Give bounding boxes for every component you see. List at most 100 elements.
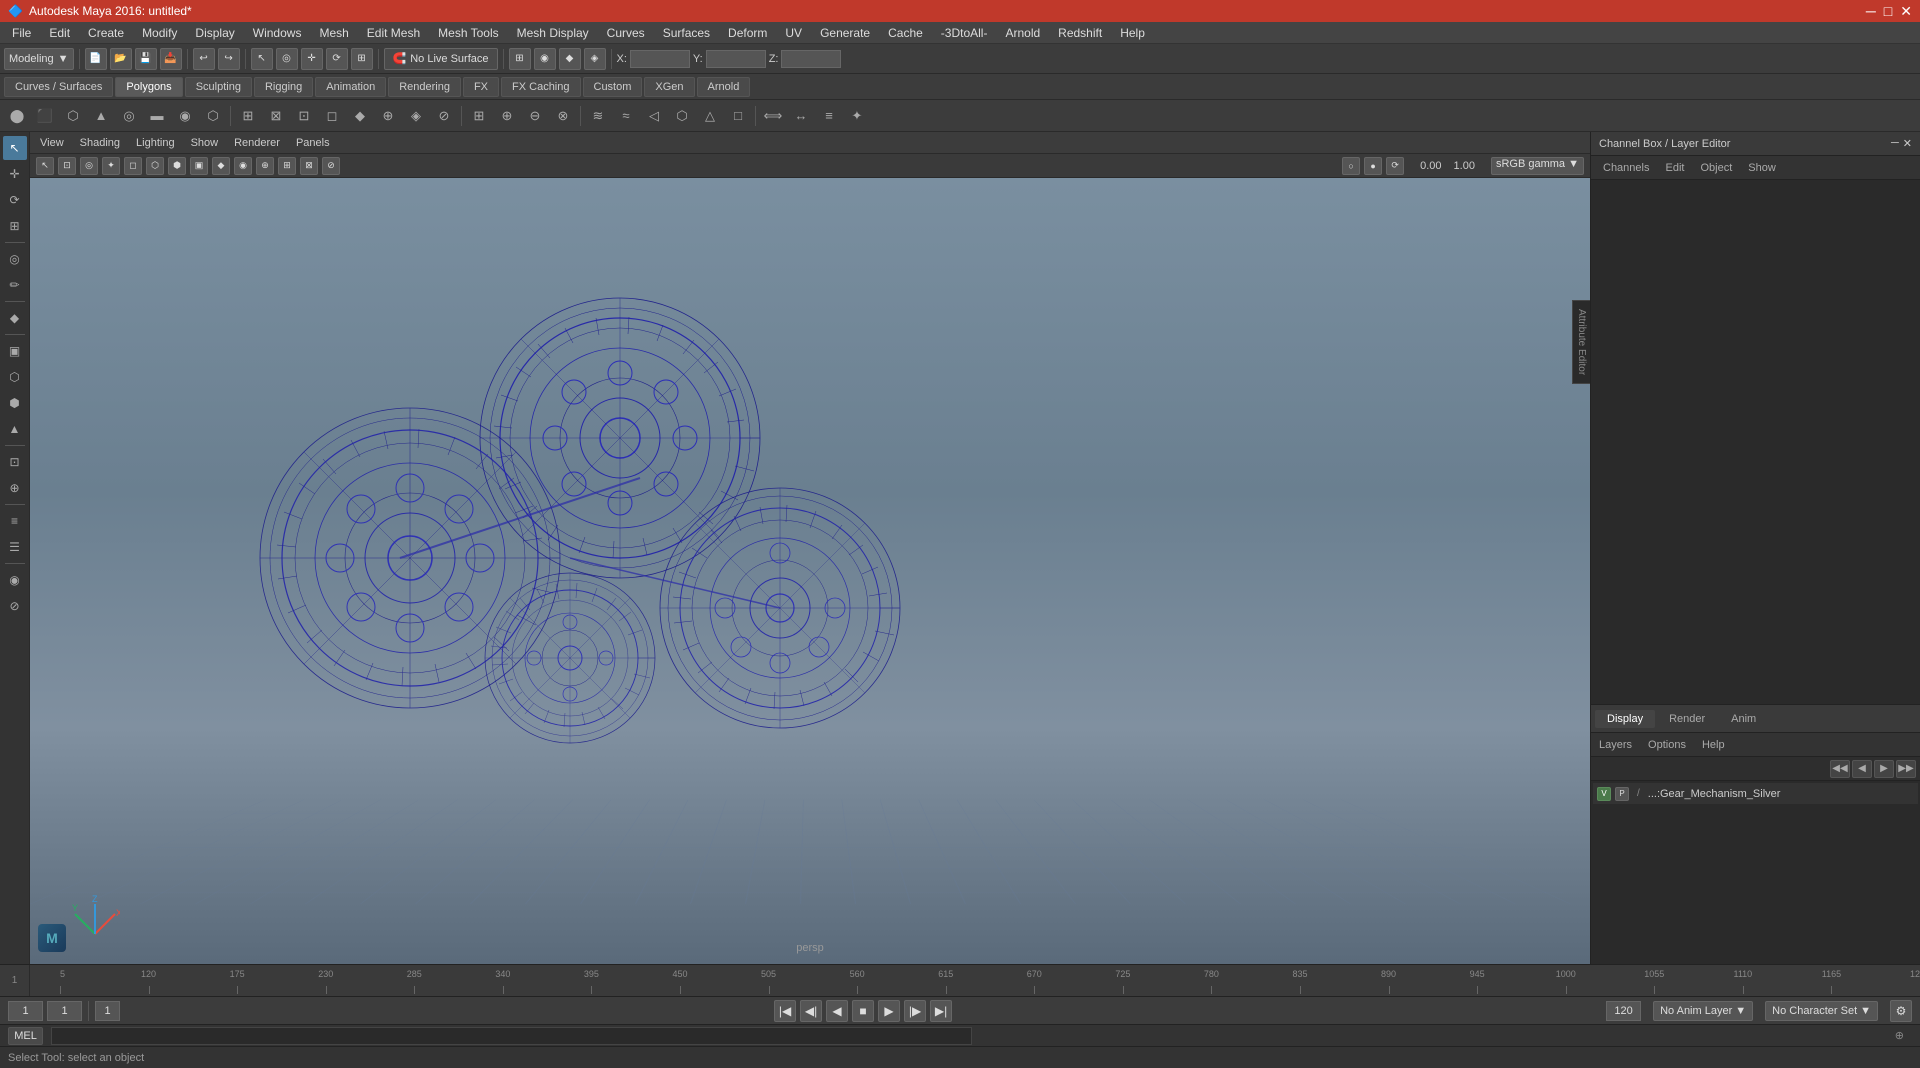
maximize-button[interactable]: □: [1884, 3, 1892, 19]
menu-create[interactable]: Create: [80, 24, 132, 42]
tab-rendering[interactable]: Rendering: [388, 77, 461, 97]
tab-custom[interactable]: Custom: [583, 77, 643, 97]
solid-btn[interactable]: ⬢: [3, 391, 27, 415]
step-fwd-btn[interactable]: |▶: [904, 1000, 926, 1022]
tab-xgen[interactable]: XGen: [644, 77, 694, 97]
tex-btn[interactable]: ▲: [3, 417, 27, 441]
end-frame-input[interactable]: [1606, 1001, 1641, 1021]
cb-tab-edit[interactable]: Edit: [1661, 160, 1688, 176]
shading-btn[interactable]: ▣: [3, 339, 27, 363]
soft-select-btn[interactable]: ◎: [3, 247, 27, 271]
vc-btn13[interactable]: ⊠: [300, 157, 318, 175]
lasso-tool[interactable]: ◎: [276, 48, 298, 70]
vc-btn12[interactable]: ⊞: [278, 157, 296, 175]
paint-attr-btn[interactable]: ✏: [3, 273, 27, 297]
timeline-ruler[interactable]: 6512017523028534039545050556061567072578…: [60, 965, 1920, 996]
menu-surfaces[interactable]: Surfaces: [655, 24, 718, 42]
vp-menu-lighting[interactable]: Lighting: [132, 135, 179, 151]
menu-edit[interactable]: Edit: [41, 24, 78, 42]
tab-display[interactable]: Display: [1595, 710, 1655, 728]
snap-grid-btn[interactable]: ⊞: [509, 48, 531, 70]
combine-btn[interactable]: ⊞: [466, 103, 492, 129]
anim-settings-btn[interactable]: ⚙: [1890, 1000, 1912, 1022]
layer-next-btn[interactable]: ▶▶: [1896, 760, 1916, 778]
layer-prev-btn[interactable]: ◀: [1852, 760, 1872, 778]
select-tool-left[interactable]: ↖: [3, 136, 27, 160]
menu-help[interactable]: Help: [1112, 24, 1153, 42]
save-scene-btn[interactable]: 💾: [135, 48, 157, 70]
move-tool-left[interactable]: ✛: [3, 162, 27, 186]
wedge-btn[interactable]: ◆: [347, 103, 373, 129]
cone-icon-btn[interactable]: ▲: [88, 103, 114, 129]
cube-icon-btn[interactable]: ⬛: [32, 103, 58, 129]
menu-mesh[interactable]: Mesh: [311, 24, 356, 42]
layer-row-1[interactable]: V P / ...:Gear_Mechanism_Silver: [1593, 783, 1918, 805]
go-start-btn[interactable]: |◀: [774, 1000, 796, 1022]
cb-collapse-btn[interactable]: ─: [1891, 137, 1899, 150]
append-btn[interactable]: ⊠: [263, 103, 289, 129]
import-btn[interactable]: 📥: [160, 48, 182, 70]
vc-btn14[interactable]: ⊘: [322, 157, 340, 175]
wire-btn[interactable]: ⬡: [3, 365, 27, 389]
average-btn[interactable]: ≈: [613, 103, 639, 129]
menu-cache[interactable]: Cache: [880, 24, 931, 42]
menu-arnold[interactable]: Arnold: [997, 24, 1048, 42]
tab-animation[interactable]: Animation: [315, 77, 386, 97]
disk-icon-btn[interactable]: ◉: [172, 103, 198, 129]
layer-add-btn[interactable]: ▶: [1874, 760, 1894, 778]
cmd-right-icon[interactable]: ⊕: [1895, 1029, 1912, 1042]
bridge-btn[interactable]: ⊞: [235, 103, 261, 129]
step-back-btn[interactable]: ◀|: [800, 1000, 822, 1022]
conform-btn[interactable]: ≡: [816, 103, 842, 129]
tab-render[interactable]: Render: [1657, 710, 1717, 728]
vc-btn11[interactable]: ⊕: [256, 157, 274, 175]
cmd-type-mel[interactable]: MEL: [8, 1027, 43, 1045]
cb-tab-object[interactable]: Object: [1696, 160, 1736, 176]
vc-btn5[interactable]: ◻: [124, 157, 142, 175]
cb-close-btn[interactable]: ✕: [1903, 137, 1912, 150]
scale-tool-left[interactable]: ⊞: [3, 214, 27, 238]
extract-btn[interactable]: ◈: [403, 103, 429, 129]
go-end-btn[interactable]: ▶|: [930, 1000, 952, 1022]
menu-generate[interactable]: Generate: [812, 24, 878, 42]
select-tool[interactable]: ↖: [251, 48, 273, 70]
minimize-button[interactable]: ─: [1866, 3, 1876, 19]
menu-modify[interactable]: Modify: [134, 24, 185, 42]
tab-rigging[interactable]: Rigging: [254, 77, 313, 97]
vc-btn4[interactable]: ✦: [102, 157, 120, 175]
menu-deform[interactable]: Deform: [720, 24, 775, 42]
bool-inter-btn[interactable]: ⊗: [550, 103, 576, 129]
command-input[interactable]: [51, 1027, 972, 1045]
bool-diff-btn[interactable]: ⊖: [522, 103, 548, 129]
menu-edit-mesh[interactable]: Edit Mesh: [359, 24, 428, 42]
gamma-dropdown[interactable]: sRGB gamma ▼: [1491, 157, 1584, 175]
bool-union-btn[interactable]: ⊕: [494, 103, 520, 129]
vc-btn10[interactable]: ◉: [234, 157, 252, 175]
extrude-btn[interactable]: ⊡: [291, 103, 317, 129]
tab-fx-caching[interactable]: FX Caching: [501, 77, 580, 97]
frame-step-input[interactable]: [95, 1001, 120, 1021]
snap-curve-btn[interactable]: ◉: [534, 48, 556, 70]
tab-arnold[interactable]: Arnold: [697, 77, 751, 97]
sphere-icon-btn[interactable]: ⬤: [4, 103, 30, 129]
snap-live-btn[interactable]: ⊘: [3, 594, 27, 618]
menu-uv[interactable]: UV: [777, 24, 810, 42]
new-scene-btn[interactable]: 📄: [85, 48, 107, 70]
layers-menu-item[interactable]: Layers: [1595, 737, 1636, 753]
grid-toggle-btn[interactable]: ≡: [3, 509, 27, 533]
no-char-set-dropdown[interactable]: No Character Set ▼: [1765, 1001, 1878, 1021]
vc-btn7[interactable]: ⬢: [168, 157, 186, 175]
vc-btn3[interactable]: ◎: [80, 157, 98, 175]
tab-sculpting[interactable]: Sculpting: [185, 77, 252, 97]
vc-btn9[interactable]: ◆: [212, 157, 230, 175]
menu-windows[interactable]: Windows: [245, 24, 310, 42]
play-fwd-btn[interactable]: ▶: [878, 1000, 900, 1022]
menu-redshift[interactable]: Redshift: [1050, 24, 1110, 42]
move-tool[interactable]: ✛: [301, 48, 323, 70]
attr-editor-side-tab[interactable]: Attribute Editor: [1572, 300, 1590, 384]
vc-circle-btn[interactable]: ○: [1342, 157, 1360, 175]
tab-anim[interactable]: Anim: [1719, 710, 1768, 728]
menu-display[interactable]: Display: [187, 24, 242, 42]
scale-tool[interactable]: ⊞: [351, 48, 373, 70]
vc-refresh-btn[interactable]: ⟳: [1386, 157, 1404, 175]
